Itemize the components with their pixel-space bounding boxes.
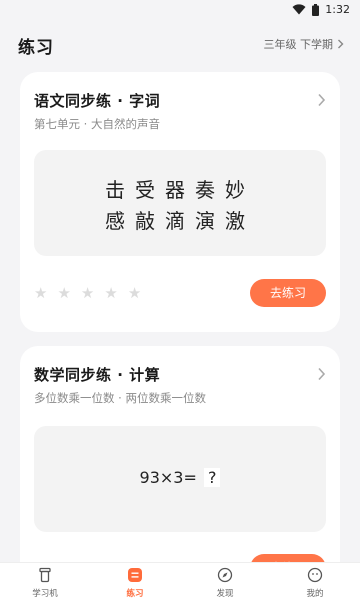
header: 练习 三年级 下学期 <box>0 28 360 62</box>
practice-icon <box>127 567 143 583</box>
tab-practice[interactable]: 练习 <box>90 563 180 600</box>
learning-machine-icon <box>37 567 53 583</box>
tab-label: 学习机 <box>32 589 58 599</box>
star-icon: ★ <box>104 284 118 302</box>
profile-icon <box>307 567 323 583</box>
tab-label: 练习 <box>126 589 144 599</box>
star-icon: ★ <box>57 284 71 302</box>
card-title: 数学同步练 · 计算 <box>34 366 161 384</box>
clock-time: 1:32 <box>325 3 350 16</box>
math-expression: 93×3= ? <box>34 468 326 487</box>
page-title: 练习 <box>18 38 54 58</box>
chinese-practice-card[interactable]: 语文同步练 · 字词 第七单元 · 大自然的声音 击受器奏妙 感敲滴演激 ★ ★… <box>20 72 340 332</box>
character-row: 击受器奏妙 <box>105 178 255 202</box>
go-practice-button[interactable]: 去练习 <box>250 279 326 307</box>
star-icon: ★ <box>127 284 142 302</box>
wifi-icon <box>292 4 306 15</box>
math-practice-card[interactable]: 数学同步练 · 计算 多位数乘一位数 · 两位数乘一位数 93×3= ? 去练习 <box>20 346 340 586</box>
battery-icon <box>312 3 320 16</box>
grade-label: 三年级 下学期 <box>263 38 334 51</box>
card-title: 语文同步练 · 字词 <box>34 92 161 110</box>
character-preview-panel: 击受器奏妙 感敲滴演激 <box>34 150 326 256</box>
character-row: 感敲滴演激 <box>105 209 255 233</box>
grade-selector[interactable]: 三年级 下学期 <box>264 36 345 52</box>
tab-label: 我的 <box>306 589 324 599</box>
chevron-right-icon[interactable] <box>317 92 326 111</box>
star-icon: ★ <box>80 284 95 302</box>
card-subtitle: 多位数乘一位数 · 两位数乘一位数 <box>34 391 206 405</box>
tab-learning-machine[interactable]: 学习机 <box>0 563 90 600</box>
tab-discover[interactable]: 发现 <box>180 563 270 600</box>
card-subtitle: 第七单元 · 大自然的声音 <box>34 117 160 131</box>
chevron-right-icon[interactable] <box>317 366 326 385</box>
math-preview-panel: 93×3= ? <box>34 426 326 532</box>
tab-profile[interactable]: 我的 <box>270 563 360 600</box>
star-icon: ★ <box>34 284 48 302</box>
status-bar: 1:32 <box>0 0 360 22</box>
chevron-right-icon <box>337 39 344 49</box>
answer-placeholder: ? <box>203 468 221 487</box>
compass-icon <box>217 567 233 583</box>
bottom-tab-bar: 学习机 练习 发现 我的 <box>0 562 360 600</box>
star-rating: ★ ★ ★ ★ ★ <box>34 284 141 302</box>
tab-label: 发现 <box>216 589 234 599</box>
expression-text: 93×3= <box>139 468 197 487</box>
